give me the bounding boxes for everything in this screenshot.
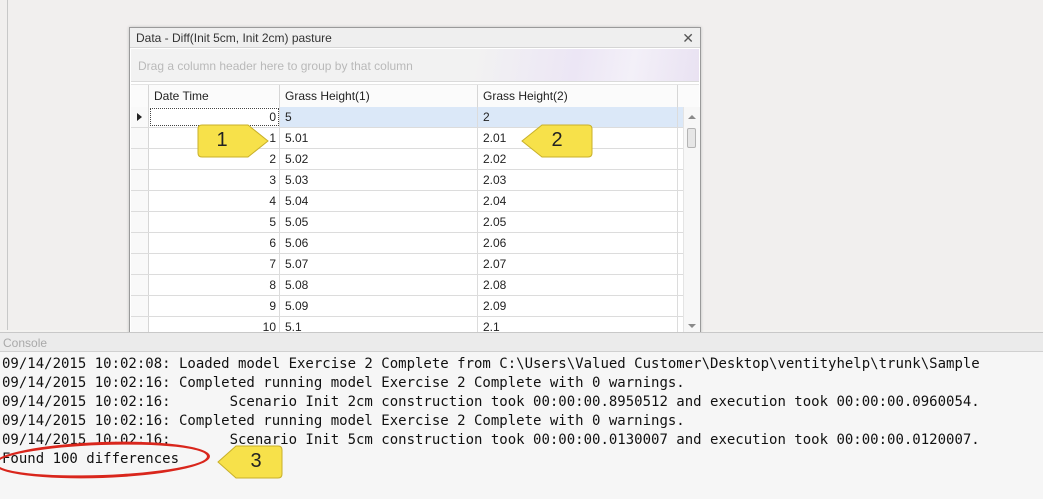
current-row-arrow-icon (137, 113, 142, 121)
console-line: 09/14/2015 10:02:16: Completed running m… (2, 413, 685, 429)
grid-header: Date Time Grass Height(1) Grass Height(2… (131, 84, 699, 108)
table-row[interactable]: 9 5.09 2.09 (131, 296, 683, 317)
row-indicator[interactable] (131, 296, 149, 316)
cell-grass-height-1[interactable]: 5 (280, 107, 478, 127)
cell-grass-height-2[interactable]: 2.09 (478, 296, 678, 316)
group-by-panel[interactable]: Drag a column header here to group by th… (131, 49, 699, 82)
cell-grass-height-1[interactable]: 5.05 (280, 212, 478, 232)
scroll-down-arrow-icon[interactable] (688, 324, 696, 328)
cell-grass-height-2[interactable]: 2.08 (478, 275, 678, 295)
callout-1-label: 1 (216, 129, 228, 151)
cell-date-time[interactable]: 7 (149, 254, 280, 274)
cell-grass-height-2[interactable]: 2.05 (478, 212, 678, 232)
cell-date-time[interactable]: 5 (149, 212, 280, 232)
cell-grass-height-1[interactable]: 5.09 (280, 296, 478, 316)
row-indicator[interactable] (131, 128, 149, 148)
cell-date-time[interactable]: 9 (149, 296, 280, 316)
row-indicator[interactable] (131, 170, 149, 190)
console-line: 09/14/2015 10:02:08: Loaded model Exerci… (2, 356, 980, 372)
data-window[interactable]: Data - Diff(Init 5cm, Init 2cm) pasture … (129, 27, 701, 337)
cell-grass-height-2[interactable]: 2.07 (478, 254, 678, 274)
cell-grass-height-1[interactable]: 5.02 (280, 149, 478, 169)
column-header-grass-height-2[interactable]: Grass Height(2) (478, 85, 678, 107)
table-row[interactable]: 4 5.04 2.04 (131, 191, 683, 212)
console-output[interactable]: 09/14/2015 10:02:08: Loaded model Exerci… (0, 352, 1043, 499)
callout-2-label: 2 (551, 129, 563, 151)
table-row[interactable]: 7 5.07 2.07 (131, 254, 683, 275)
row-indicator[interactable] (131, 149, 149, 169)
cell-grass-height-1[interactable]: 5.08 (280, 275, 478, 295)
vertical-scrollbar[interactable] (683, 107, 700, 336)
table-row[interactable]: 6 5.06 2.06 (131, 233, 683, 254)
table-row[interactable]: 8 5.08 2.08 (131, 275, 683, 296)
table-row[interactable]: 3 5.03 2.03 (131, 170, 683, 191)
scroll-up-arrow-icon[interactable] (688, 115, 696, 119)
data-window-titlebar[interactable]: Data - Diff(Init 5cm, Init 2cm) pasture … (130, 28, 700, 48)
console-line: 09/14/2015 10:02:16: Completed running m… (2, 375, 685, 391)
cell-date-time[interactable]: 4 (149, 191, 280, 211)
row-indicator[interactable] (131, 107, 149, 127)
row-indicator[interactable] (131, 254, 149, 274)
column-header-grass-height-1[interactable]: Grass Height(1) (280, 85, 478, 107)
console-line: 09/14/2015 10:02:16: Scenario Init 2cm c… (2, 394, 980, 410)
cell-grass-height-1[interactable]: 5.07 (280, 254, 478, 274)
scrollbar-thumb[interactable] (687, 128, 696, 148)
console-header: Console (0, 332, 1043, 352)
cell-grass-height-1[interactable]: 5.06 (280, 233, 478, 253)
left-panel-edge (0, 0, 8, 330)
row-indicator[interactable] (131, 191, 149, 211)
cell-grass-height-2[interactable]: 2.04 (478, 191, 678, 211)
cell-grass-height-1[interactable]: 5.01 (280, 128, 478, 148)
close-icon[interactable]: ✕ (682, 28, 694, 48)
row-indicator-header (131, 85, 149, 107)
row-indicator[interactable] (131, 233, 149, 253)
cell-date-time[interactable]: 3 (149, 170, 280, 190)
cell-date-time[interactable]: 8 (149, 275, 280, 295)
cell-grass-height-1[interactable]: 5.04 (280, 191, 478, 211)
row-indicator[interactable] (131, 212, 149, 232)
row-indicator[interactable] (131, 275, 149, 295)
cell-grass-height-2[interactable]: 2.03 (478, 170, 678, 190)
data-window-title: Data - Diff(Init 5cm, Init 2cm) pasture (136, 31, 332, 45)
table-row[interactable]: 5 5.05 2.05 (131, 212, 683, 233)
cell-grass-height-1[interactable]: 5.03 (280, 170, 478, 190)
callout-3-label: 3 (250, 450, 262, 472)
column-header-date-time[interactable]: Date Time (149, 85, 280, 107)
cell-grass-height-2[interactable]: 2.06 (478, 233, 678, 253)
cell-date-time[interactable]: 6 (149, 233, 280, 253)
